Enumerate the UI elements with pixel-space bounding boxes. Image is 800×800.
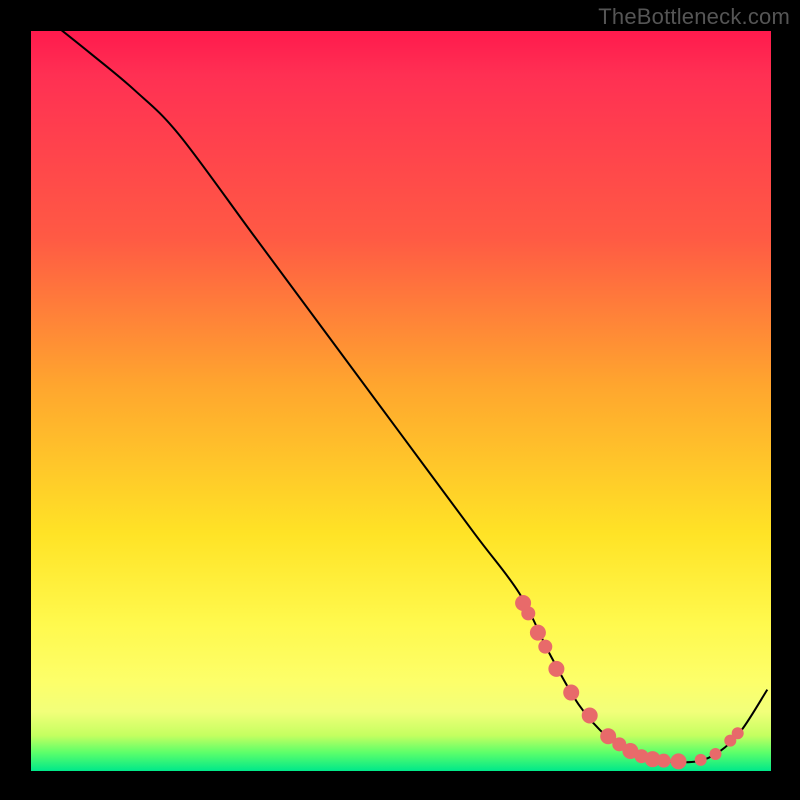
watermark-text: TheBottleneck.com: [598, 4, 790, 30]
highlight-dots-group: [515, 595, 744, 769]
highlight-dot: [710, 748, 722, 760]
highlight-dot: [671, 753, 687, 769]
highlight-dot: [732, 727, 744, 739]
bottleneck-curve-line: [53, 30, 767, 762]
highlight-dot: [657, 754, 671, 768]
highlight-dot: [538, 640, 552, 654]
highlight-dot: [582, 708, 598, 724]
highlight-dot: [530, 625, 546, 641]
plot-area: [30, 30, 772, 772]
highlight-dot: [521, 606, 535, 620]
highlight-dot: [548, 661, 564, 677]
highlight-dot: [695, 754, 707, 766]
curve-svg: [31, 31, 771, 771]
chart-container: TheBottleneck.com: [0, 0, 800, 800]
highlight-dot: [563, 685, 579, 701]
